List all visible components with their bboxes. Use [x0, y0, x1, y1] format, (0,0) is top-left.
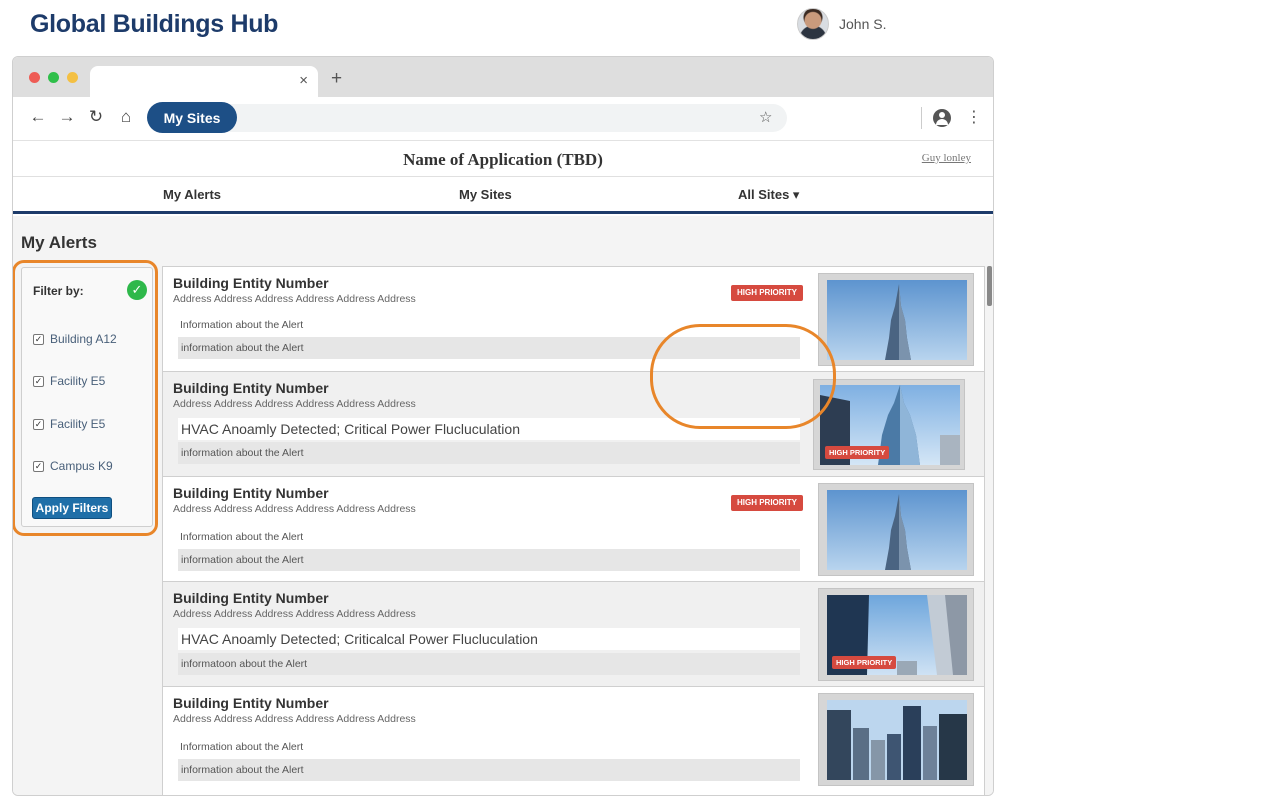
app-title: Name of Application (TBD): [403, 150, 603, 169]
alert-headline: HVAC Anoamly Detected; Criticalcal Power…: [178, 628, 800, 650]
building-thumbnail[interactable]: HIGH PRIORITY: [818, 588, 974, 681]
filter-option[interactable]: ✓ Facility E5: [33, 417, 105, 431]
apply-filters-button[interactable]: Apply Filters: [32, 497, 112, 519]
filter-title: Filter by:: [33, 284, 84, 298]
alert-info: Information about the Alert: [180, 531, 304, 543]
browser-menu-icon[interactable]: ⋮: [966, 107, 982, 127]
back-icon[interactable]: ←: [27, 107, 49, 127]
city-skyline-image: [827, 700, 967, 780]
alert-title[interactable]: Building Entity Number: [173, 695, 329, 711]
close-tab-icon[interactable]: ×: [299, 72, 308, 89]
alert-info-bar: information about the Alert: [178, 549, 800, 571]
alert-address: Address Address Address Address Address …: [173, 503, 416, 515]
filter-option-label: Campus K9: [50, 459, 113, 473]
alert-title[interactable]: Building Entity Number: [173, 590, 329, 606]
skyscraper-image: [827, 280, 967, 360]
app-nav: My Alerts My Sites All Sites ▾: [13, 177, 993, 214]
building-thumbnail[interactable]: [818, 483, 974, 576]
filter-option[interactable]: ✓ Campus K9: [33, 459, 113, 473]
alert-address: Address Address Address Address Address …: [173, 608, 416, 620]
window-close-dot[interactable]: [29, 72, 40, 83]
alert-address: Address Address Address Address Address …: [173, 713, 416, 725]
user-menu[interactable]: John S.: [797, 8, 886, 40]
priority-badge: HIGH PRIORITY: [832, 656, 897, 669]
alert-title[interactable]: Building Entity Number: [173, 485, 329, 501]
alert-title[interactable]: Building Entity Number: [173, 380, 329, 396]
building-thumbnail[interactable]: [818, 273, 974, 366]
user-name[interactable]: John S.: [839, 16, 886, 32]
alert-list: Building Entity Number Address Address A…: [162, 266, 985, 795]
checkbox-icon[interactable]: ✓: [33, 460, 44, 472]
glass-tower-image: HIGH PRIORITY: [820, 385, 960, 465]
skyscraper-image: [827, 490, 967, 570]
filter-option-label: Facility E5: [50, 374, 106, 388]
filter-option[interactable]: ✓ Building A12: [33, 332, 117, 346]
alert-info-bar: information about the Alert: [178, 759, 800, 781]
browser-toolbar: ← → ↻ ⌂ My Sites ☆ ⋮: [13, 97, 993, 141]
alert-info-bar: informatoon about the Alert: [178, 653, 800, 675]
alert-card[interactable]: Building Entity Number Address Address A…: [163, 267, 984, 372]
alert-info: Information about the Alert: [180, 741, 304, 753]
avatar[interactable]: [797, 8, 829, 40]
priority-badge: HIGH PRIORITY: [731, 495, 803, 511]
nav-my-sites[interactable]: My Sites: [459, 187, 512, 202]
browser-window: × + ← → ↻ ⌂ My Sites ☆ ⋮ Name of Applica…: [12, 56, 994, 796]
alert-info-bar: information about the Alert: [178, 442, 800, 464]
alert-card[interactable]: Building Entity Number Address Address A…: [163, 372, 984, 477]
page-title: My Alerts: [21, 233, 97, 252]
bookmark-star-icon[interactable]: ☆: [759, 108, 772, 126]
building-thumbnail[interactable]: HIGH PRIORITY: [813, 379, 965, 470]
app-header: Name of Application (TBD) Guy lonley: [13, 141, 993, 177]
home-icon[interactable]: ⌂: [115, 107, 137, 127]
alert-address: Address Address Address Address Address …: [173, 293, 416, 305]
checkmark-success-icon: ✓: [127, 280, 147, 300]
main-content: My Alerts Filter by: ✓ ✓ Building A12 ✓ …: [13, 216, 993, 795]
toolbar-divider: [921, 107, 922, 129]
alert-address: Address Address Address Address Address …: [173, 398, 416, 410]
filter-option-label: Building A12: [50, 332, 117, 346]
alert-card[interactable]: Building Entity Number Address Address A…: [163, 582, 984, 687]
brand-title: Global Buildings Hub: [30, 10, 279, 38]
nav-all-sites-dropdown[interactable]: All Sites ▾: [738, 187, 799, 203]
office-towers-image: HIGH PRIORITY: [827, 595, 967, 675]
filter-option-label: Facility E5: [50, 417, 106, 431]
my-sites-pill[interactable]: My Sites: [147, 102, 237, 133]
browser-tab[interactable]: ×: [90, 66, 318, 97]
filter-option[interactable]: ✓ Facility E5: [33, 374, 105, 388]
filter-panel: Filter by: ✓ ✓ Building A12 ✓ Facility E…: [21, 267, 153, 527]
forward-icon[interactable]: →: [56, 107, 78, 127]
alert-title[interactable]: Building Entity Number: [173, 275, 329, 291]
checkbox-icon[interactable]: ✓: [33, 333, 44, 345]
alert-card[interactable]: Building Entity Number Address Address A…: [163, 687, 984, 795]
address-bar[interactable]: [147, 104, 787, 132]
checkbox-icon[interactable]: ✓: [33, 418, 44, 430]
nav-my-alerts[interactable]: My Alerts: [163, 187, 221, 202]
alert-card[interactable]: Building Entity Number Address Address A…: [163, 477, 984, 582]
window-minimize-dot[interactable]: [48, 72, 59, 83]
priority-badge: HIGH PRIORITY: [825, 446, 890, 459]
profile-icon[interactable]: [933, 109, 951, 127]
reload-icon[interactable]: ↻: [85, 107, 107, 127]
image-highlight-outline: [650, 324, 836, 429]
new-tab-icon[interactable]: +: [331, 68, 342, 90]
building-thumbnail[interactable]: [818, 693, 974, 786]
window-maximize-dot[interactable]: [67, 72, 78, 83]
priority-badge: HIGH PRIORITY: [731, 285, 803, 301]
tab-strip: × +: [13, 57, 993, 97]
scrollbar-thumb[interactable]: [987, 266, 992, 306]
alert-info: Information about the Alert: [180, 319, 304, 331]
app-user-link[interactable]: Guy lonley: [922, 152, 971, 164]
checkbox-icon[interactable]: ✓: [33, 375, 44, 387]
